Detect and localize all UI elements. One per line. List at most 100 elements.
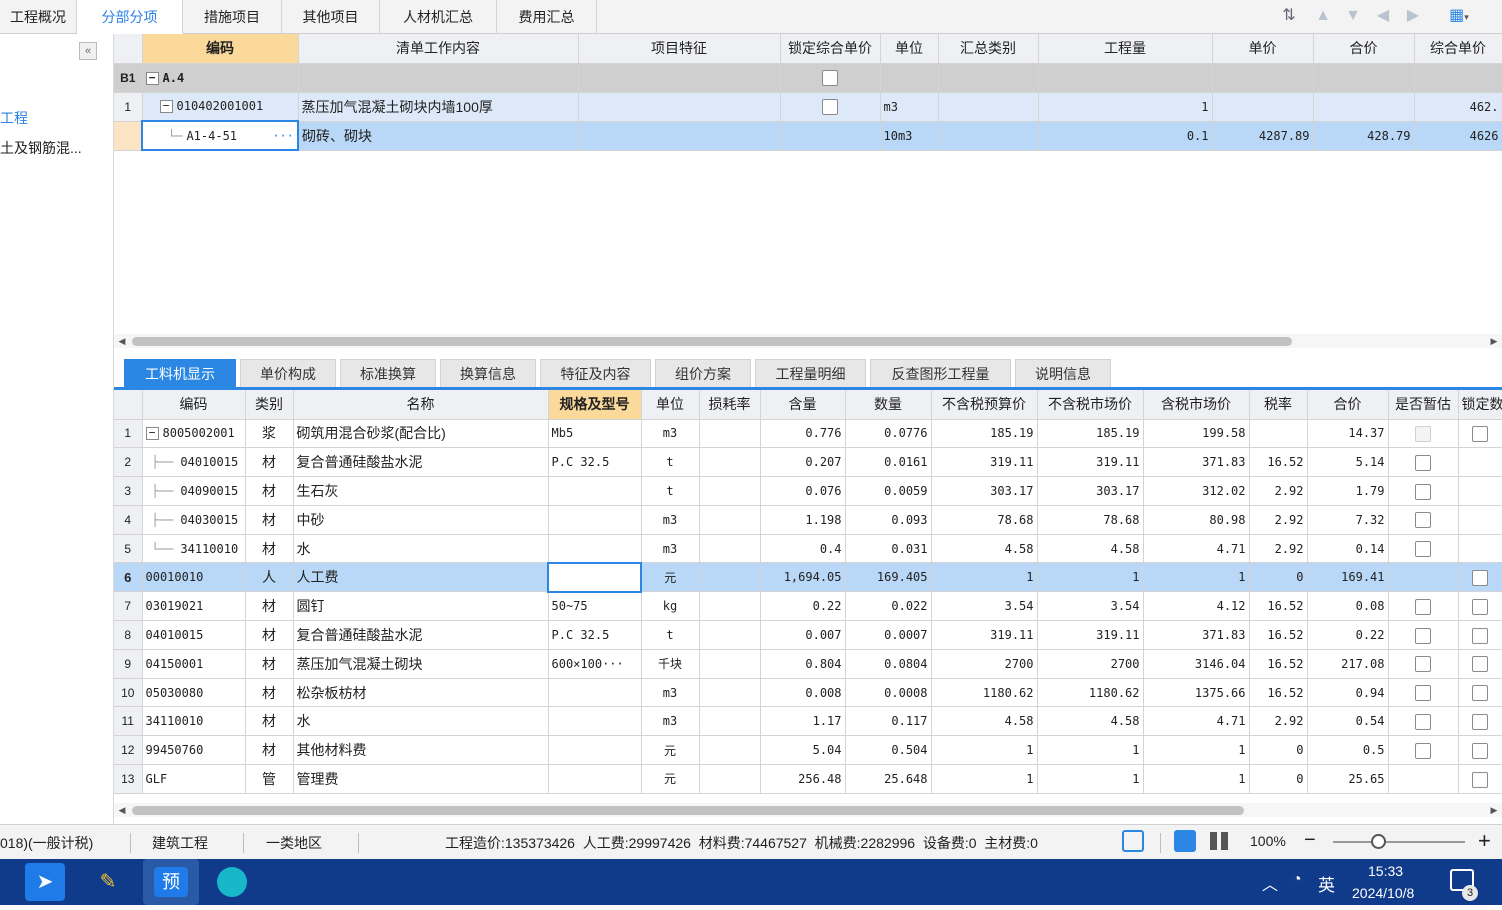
cell-quantity[interactable]: 0.0059 (845, 476, 932, 506)
lock-qty-checkbox[interactable] (1472, 426, 1488, 443)
cell-is-estimate[interactable] (1388, 562, 1459, 593)
cell-market-price[interactable]: 4.58 (1037, 706, 1144, 737)
layout-horizontal-icon[interactable] (1174, 830, 1196, 852)
table-row[interactable]: 13 GLF 管管理费元 256.48 25.648 1 1 1 0 25.65 (114, 764, 1502, 794)
cell-price[interactable] (1212, 92, 1314, 122)
estimate-checkbox[interactable] (1415, 714, 1431, 731)
cell-unit[interactable]: 10m3 (880, 121, 939, 151)
col-header-work-content[interactable]: 清单工作内容 (298, 34, 579, 64)
cell-quantity[interactable]: 0.031 (845, 534, 932, 564)
cell-loss-rate[interactable] (699, 562, 761, 593)
cell-content[interactable]: 1,694.05 (760, 562, 846, 593)
cell-lock-qty[interactable] (1458, 620, 1502, 650)
scroll-left-arrow-icon[interactable]: ◀ (116, 334, 128, 348)
cell-qty[interactable] (1038, 63, 1213, 93)
cell-spec[interactable]: P.C 32.5 (548, 620, 642, 650)
tab-project-overview[interactable]: 工程概况 (0, 0, 77, 34)
cell-is-estimate[interactable] (1388, 534, 1459, 564)
cell-spec[interactable] (548, 678, 642, 708)
tab-price-composition[interactable]: 单价构成 (240, 359, 336, 387)
cell-total[interactable]: 5.14 (1307, 447, 1389, 478)
cell-content[interactable]: 0.4 (760, 534, 846, 564)
col-header-lock-qty[interactable]: 锁定数 (1458, 390, 1502, 420)
col-header-tax-rate[interactable]: 税率 (1249, 390, 1308, 420)
cell-name[interactable]: 其他材料费 (293, 735, 549, 766)
tab-quantity-detail[interactable]: 工程量明细 (755, 359, 866, 387)
wifi-icon[interactable]: ◔ (1292, 871, 1302, 889)
scroll-right-arrow-icon[interactable]: ▶ (1488, 803, 1500, 817)
cell-content[interactable]: 0.207 (760, 447, 846, 478)
tab-standard-conversion[interactable]: 标准换算 (340, 359, 436, 387)
zoom-out-icon[interactable]: − (1304, 829, 1316, 852)
cell-code[interactable]: −8005002001 (142, 419, 246, 449)
col-header-total[interactable]: 合价 (1313, 34, 1415, 64)
cell-type[interactable]: 浆 (245, 419, 294, 449)
col-header-name[interactable]: 名称 (293, 390, 549, 420)
tab-description[interactable]: 说明信息 (1015, 359, 1111, 387)
cell-budget-price[interactable]: 4.58 (931, 706, 1038, 737)
cell-budget-price[interactable]: 1180.62 (931, 678, 1038, 708)
tab-features-content[interactable]: 特征及内容 (540, 359, 651, 387)
tree-item-project[interactable]: 工程 (0, 108, 28, 128)
cell-market-price-incl-tax[interactable]: 371.83 (1143, 447, 1250, 478)
cell-unit[interactable]: m3 (880, 92, 939, 122)
cell-lock[interactable] (780, 121, 881, 151)
cell-tax-rate[interactable]: 2.92 (1249, 706, 1308, 737)
collapse-toggle-icon[interactable]: − (159, 100, 173, 114)
cell-total[interactable] (1313, 63, 1415, 93)
cell-total[interactable]: 14.37 (1307, 419, 1389, 449)
lock-qty-checkbox[interactable] (1472, 742, 1488, 759)
cell-budget-price[interactable]: 78.68 (931, 505, 1038, 535)
cell-lock-qty[interactable] (1458, 447, 1502, 478)
cell-unit[interactable]: m3 (641, 534, 700, 564)
cell-comp[interactable]: 4626 (1414, 121, 1502, 151)
col-header-unit[interactable]: 单位 (880, 34, 939, 64)
cell-code[interactable]: 04150001 (142, 649, 246, 679)
cell-name[interactable]: 松杂板枋材 (293, 678, 549, 708)
estimate-checkbox[interactable] (1415, 656, 1431, 673)
clock-date[interactable]: 2024/10/8 (1352, 885, 1414, 901)
cell-total[interactable]: 0.94 (1307, 678, 1389, 708)
cell-tax-rate[interactable]: 16.52 (1249, 447, 1308, 478)
lock-qty-checkbox[interactable] (1472, 714, 1488, 731)
cell-quantity[interactable]: 25.648 (845, 764, 932, 794)
cell-total[interactable] (1313, 92, 1415, 122)
cell-is-estimate[interactable] (1388, 591, 1459, 622)
cell-type[interactable]: 材 (245, 447, 294, 478)
layout-vertical-icon[interactable] (1210, 832, 1228, 850)
cell-loss-rate[interactable] (699, 764, 761, 794)
cell-type[interactable]: 材 (245, 706, 294, 737)
cell-spec[interactable]: P.C 32.5 (548, 447, 642, 478)
cell-loss-rate[interactable] (699, 505, 761, 535)
cell-is-estimate[interactable] (1388, 764, 1459, 794)
collapse-toggle-icon[interactable]: − (145, 427, 159, 441)
cell-unit[interactable]: t (641, 447, 700, 478)
estimate-checkbox[interactable] (1415, 454, 1431, 471)
cell-price[interactable] (1212, 63, 1314, 93)
estimate-checkbox[interactable] (1415, 598, 1431, 615)
cell-budget-price[interactable]: 185.19 (931, 419, 1038, 449)
cell-lock-qty[interactable] (1458, 678, 1502, 708)
table-row[interactable]: 1−8005002001 浆砌筑用混合砂浆(配合比) Mb5 m3 0.776 0.077… (114, 419, 1502, 449)
settings-dropdown-icon[interactable]: ▦▾ (1443, 6, 1475, 26)
cell-price[interactable]: 4287.89 (1212, 121, 1314, 151)
col-header-feature[interactable]: 项目特征 (578, 34, 781, 64)
cell-is-estimate[interactable] (1388, 505, 1459, 535)
col-header-is-estimate[interactable]: 是否暂估 (1388, 390, 1459, 420)
cell-budget-price[interactable]: 3.54 (931, 591, 1038, 622)
cell-quantity[interactable]: 0.0007 (845, 620, 932, 650)
col-header-market-price-incl-tax[interactable]: 含税市场价 (1143, 390, 1250, 420)
cell-code[interactable]: 05030080 (142, 678, 246, 708)
cell-quantity[interactable]: 169.405 (845, 562, 932, 593)
table-row[interactable]: 6 00010010 人人工费元 1,694.05 169.405 1 1 1 0 169.41 (114, 561, 1502, 593)
cell-spec[interactable] (548, 505, 642, 535)
cell-category[interactable] (938, 121, 1039, 151)
cell-code[interactable]: ├── 04010015 (142, 447, 246, 478)
cell-lock-qty[interactable] (1458, 562, 1502, 593)
cell-name[interactable]: 水 (293, 706, 549, 737)
cell-loss-rate[interactable] (699, 649, 761, 679)
cell-loss-rate[interactable] (699, 447, 761, 478)
cell-total[interactable]: 1.79 (1307, 476, 1389, 506)
table-row[interactable]: 11 34110010 材水 m3 1.17 0.117 4.58 4.58 4.71 2.92 0… (114, 706, 1502, 737)
cell-tax-rate[interactable]: 16.52 (1249, 649, 1308, 679)
